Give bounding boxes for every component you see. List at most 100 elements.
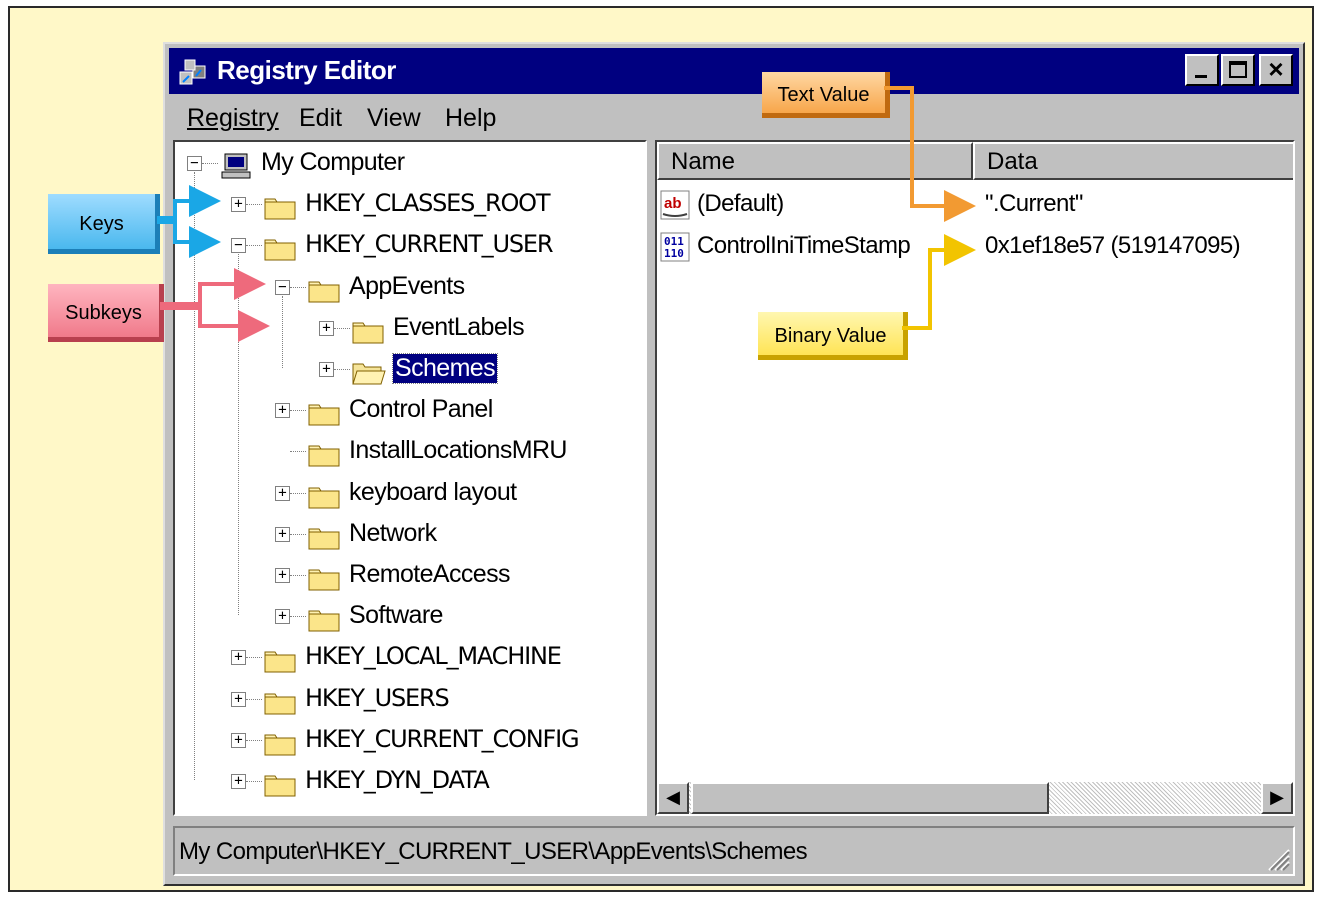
tree-connector [290, 575, 306, 576]
collapse-icon[interactable]: − [275, 279, 290, 295]
tree-item-label: keyboard layout [349, 477, 517, 506]
tree-item[interactable]: + Schemes [175, 350, 645, 390]
tree-item[interactable]: + Network [175, 515, 645, 555]
status-path: My Computer\HKEY_CURRENT_USER\AppEvents\… [179, 838, 808, 865]
title-bar[interactable]: Registry Editor _ □ × [169, 48, 1299, 94]
value-name: ControlIniTimeStamp [697, 232, 911, 259]
tree-item[interactable]: + Control Panel [175, 391, 645, 431]
tree-item-label: HKEY_DYN_DATA [305, 766, 490, 794]
expand-icon[interactable]: + [231, 774, 246, 789]
tree-connector [246, 657, 262, 659]
callout-subkeys: Subkeys [48, 284, 164, 342]
tree-connector [290, 410, 306, 412]
column-header-data[interactable]: Data [973, 142, 1293, 180]
folder-icon [308, 445, 340, 467]
horizontal-scrollbar[interactable]: ◀ ▶ [657, 782, 1293, 814]
expand-icon[interactable]: + [231, 732, 246, 748]
menu-view[interactable]: View [367, 104, 421, 133]
expand-icon[interactable]: + [231, 691, 246, 707]
tree-item-label: HKEY_LOCAL_MACHINE [305, 642, 562, 671]
expand-icon[interactable]: + [231, 197, 246, 213]
close-button[interactable]: × [1259, 54, 1293, 86]
tree-item-label: HKEY_CLASSES_ROOT [305, 189, 550, 218]
tree-item[interactable]: + HKEY_CLASSES_ROOT [175, 185, 645, 225]
tree-connector [334, 327, 350, 329]
expand-icon[interactable]: + [231, 650, 246, 666]
folder-icon [308, 569, 340, 591]
folder-icon [264, 693, 296, 715]
tree-connector [290, 533, 306, 535]
menu-registry[interactable]: Registry [187, 104, 279, 133]
expand-icon[interactable]: + [275, 526, 290, 542]
expand-icon[interactable]: + [275, 609, 290, 625]
folder-icon [264, 239, 296, 261]
tree-connector [246, 781, 262, 782]
tree-connector [246, 739, 262, 741]
status-bar: My Computer\HKEY_CURRENT_USER\AppEvents\… [173, 826, 1295, 876]
arrow-left-icon: ◀ [666, 787, 680, 807]
collapse-icon[interactable]: − [231, 238, 246, 254]
tree-connector [246, 204, 262, 206]
value-data: 0x1ef18e57 (519147095) [985, 232, 1241, 259]
tree-connector [246, 698, 262, 700]
window-title: Registry Editor [217, 55, 396, 85]
tree-item-label: InstallLocationsMRU [349, 436, 567, 465]
value-data: ".Current" [985, 190, 1083, 217]
folder-icon [308, 281, 340, 303]
tree-item[interactable]: + HKEY_CURRENT_CONFIG [175, 721, 645, 761]
tree-item[interactable]: + HKEY_USERS [175, 680, 645, 720]
scroll-right-button[interactable]: ▶ [1261, 782, 1293, 814]
scrollbar-thumb[interactable] [691, 782, 1049, 814]
tree-item[interactable]: + RemoteAccess [175, 556, 645, 596]
value-row-controlinitimestamp[interactable]: 011 110 ControlIniTimeStamp 0x1ef18e57 (… [657, 228, 1293, 266]
arrow-right-icon: ▶ [1270, 787, 1284, 807]
tree-item[interactable]: + keyboard layout [175, 474, 645, 514]
binary-value-icon: 011 110 [660, 232, 690, 262]
tree-item-label: Software [349, 601, 443, 630]
folder-icon [264, 651, 296, 673]
expand-icon[interactable]: + [275, 485, 290, 501]
expand-icon[interactable]: + [275, 568, 290, 583]
close-icon: × [1268, 54, 1284, 84]
menu-edit[interactable]: Edit [299, 104, 342, 133]
registry-editor-window: Registry Editor _ □ × Registry Edit View… [163, 42, 1305, 886]
tree-connector [290, 286, 306, 288]
collapse-icon[interactable]: − [187, 156, 202, 171]
folder-open-icon [352, 363, 386, 385]
column-header-name[interactable]: Name [657, 142, 973, 180]
value-row-default[interactable]: ab (Default) ".Current" [657, 186, 1293, 224]
tree-item[interactable]: + HKEY_LOCAL_MACHINE [175, 638, 645, 678]
expand-icon[interactable]: + [275, 403, 290, 419]
tree-item[interactable]: InstallLocationsMRU [175, 432, 645, 472]
tree-item[interactable]: − HKEY_CURRENT_USER [175, 226, 645, 266]
key-tree-pane[interactable]: − My Computer + HKEY_CLASSES_ROOT − HKEY_CURR… [173, 140, 647, 816]
tree-item-label: Schemes [391, 353, 499, 384]
tree-connector [290, 451, 306, 453]
callout-binary-value: Binary Value [758, 312, 908, 360]
tree-item[interactable]: + HKEY_DYN_DATA [175, 762, 645, 802]
tree-item[interactable]: + Software [175, 597, 645, 637]
tree-item-label: Network [349, 518, 437, 547]
tree-item[interactable]: − AppEvents [175, 268, 645, 308]
folder-icon [352, 322, 384, 344]
computer-icon [221, 153, 251, 179]
minimize-button[interactable]: _ [1185, 54, 1219, 86]
tree-item[interactable]: + EventLabels [175, 309, 645, 349]
value-list-pane[interactable]: Name Data ab (Default) ".Current" 011 11… [655, 140, 1295, 816]
scroll-left-button[interactable]: ◀ [657, 782, 689, 814]
menu-edit-label: Edit [299, 104, 343, 132]
folder-icon [264, 775, 296, 797]
maximize-button[interactable]: □ [1221, 54, 1255, 86]
minimize-icon [1195, 75, 1207, 78]
string-value-icon: ab [660, 190, 690, 220]
tree-item[interactable]: − My Computer [175, 144, 645, 184]
tree-item-label: Control Panel [349, 395, 493, 424]
menu-view-label: View [367, 104, 421, 132]
menu-help[interactable]: Help [445, 104, 496, 133]
folder-icon [264, 734, 296, 756]
expand-icon[interactable]: + [319, 362, 334, 377]
svg-text:ab: ab [664, 195, 682, 212]
resize-grip-icon[interactable] [1265, 846, 1291, 872]
expand-icon[interactable]: + [319, 320, 334, 336]
tree-connector [290, 492, 306, 494]
